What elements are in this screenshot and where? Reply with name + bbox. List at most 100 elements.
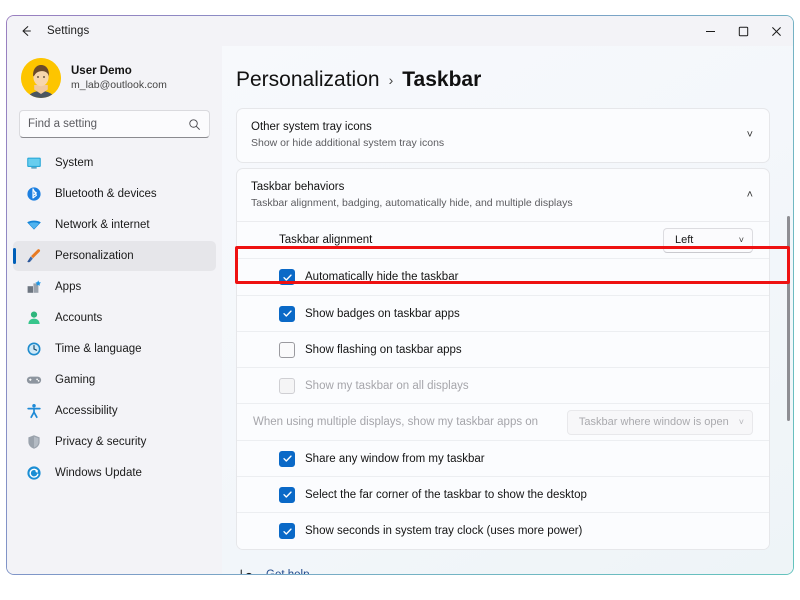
dropdown-value: Taskbar where window is open <box>579 416 729 428</box>
card-header-texts: Taskbar behaviors Taskbar alignment, bad… <box>251 180 739 211</box>
checkbox-automatically-hide-taskbar[interactable] <box>279 269 295 285</box>
checkmark-icon <box>282 453 293 464</box>
link-label[interactable]: Get help <box>266 569 309 574</box>
sidebar-item-label: Accessibility <box>55 405 118 417</box>
row-show-seconds-in-clock[interactable]: Show seconds in system tray clock (uses … <box>237 513 769 549</box>
row-automatically-hide-taskbar[interactable]: Automatically hide the taskbar <box>237 259 769 296</box>
row-share-any-window[interactable]: Share any window from my taskbar <box>237 441 769 477</box>
sidebar-item-bluetooth-devices[interactable]: Bluetooth & devices <box>13 179 216 209</box>
card-subtitle: Taskbar alignment, badging, automaticall… <box>251 197 739 211</box>
row-label: Select the far corner of the taskbar to … <box>305 489 587 501</box>
scrollbar[interactable] <box>787 216 790 574</box>
sidebar-item-time-language[interactable]: Time & language <box>13 334 216 364</box>
window-body: User Demo m_lab@outlook.com <box>7 46 793 574</box>
accounts-icon <box>25 310 42 327</box>
sidebar-item-label: Network & internet <box>55 219 150 231</box>
checkbox-show-badges-on-taskbar-apps[interactable] <box>279 306 295 322</box>
sidebar-item-windows-update[interactable]: Windows Update <box>13 458 216 488</box>
checkbox-share-any-window[interactable] <box>279 451 295 467</box>
breadcrumb: Personalization › Taskbar <box>236 68 770 92</box>
taskbar-alignment-dropdown[interactable]: Left ˅ <box>663 228 753 253</box>
checkbox-show-flashing-on-taskbar-apps[interactable] <box>279 342 295 358</box>
sidebar: User Demo m_lab@outlook.com <box>7 46 222 574</box>
checkbox-select-far-corner[interactable] <box>279 487 295 503</box>
sidebar-item-label: Gaming <box>55 374 95 386</box>
search-box[interactable] <box>19 110 210 138</box>
wifi-icon <box>25 217 42 234</box>
search-input[interactable] <box>28 118 188 130</box>
dropdown-value: Left <box>675 234 693 246</box>
sidebar-item-label: Privacy & security <box>55 436 146 448</box>
checkmark-icon <box>282 272 293 283</box>
sidebar-item-gaming[interactable]: Gaming <box>13 365 216 395</box>
page-title: Taskbar <box>402 68 481 92</box>
card-title: Taskbar behaviors <box>251 180 739 195</box>
scrollbar-thumb[interactable] <box>787 216 790 421</box>
chevron-down-icon[interactable]: ˅ <box>747 129 753 141</box>
card-other-system-tray-icons[interactable]: Other system tray icons Show or hide add… <box>236 108 770 163</box>
settings-window: Settings <box>6 15 794 575</box>
main-scroll-area: Personalization › Taskbar Other system t… <box>222 46 793 574</box>
checkbox-show-seconds-in-clock[interactable] <box>279 523 295 539</box>
main-pane: Personalization › Taskbar Other system t… <box>222 46 793 574</box>
sidebar-item-apps[interactable]: Apps <box>13 272 216 302</box>
card-header[interactable]: Taskbar behaviors Taskbar alignment, bad… <box>237 169 769 223</box>
avatar-person-icon <box>21 58 61 98</box>
minimize-button[interactable] <box>694 16 727 46</box>
sidebar-nav: System Bluetooth & devices <box>7 148 222 489</box>
system-icon <box>25 155 42 172</box>
sidebar-item-label: Bluetooth & devices <box>55 188 157 200</box>
sidebar-item-accessibility[interactable]: Accessibility <box>13 396 216 426</box>
minimize-icon <box>705 26 716 37</box>
help-icon: ? <box>238 568 254 574</box>
row-label: Show seconds in system tray clock (uses … <box>305 525 582 537</box>
row-label: Taskbar alignment <box>279 234 372 246</box>
sidebar-item-label: System <box>55 157 93 169</box>
accessibility-icon <box>25 403 42 420</box>
row-show-taskbar-on-all-displays: Show my taskbar on all displays <box>237 368 769 404</box>
shield-icon <box>25 434 42 451</box>
maximize-icon <box>738 26 749 37</box>
maximize-button[interactable] <box>727 16 760 46</box>
row-show-badges-on-taskbar-apps[interactable]: Show badges on taskbar apps <box>237 296 769 332</box>
card-header[interactable]: Other system tray icons Show or hide add… <box>237 109 769 162</box>
row-show-flashing-on-taskbar-apps[interactable]: Show flashing on taskbar apps <box>237 332 769 368</box>
card-taskbar-behaviors: Taskbar behaviors Taskbar alignment, bad… <box>236 168 770 551</box>
checkmark-icon <box>282 526 293 537</box>
chevron-up-icon[interactable]: ˄ <box>747 189 753 201</box>
get-help-link[interactable]: ? Get help <box>238 564 770 574</box>
checkmark-icon <box>282 308 293 319</box>
sidebar-item-label: Apps <box>55 281 81 293</box>
card-header-texts: Other system tray icons Show or hide add… <box>251 120 739 151</box>
chevron-down-icon: ˅ <box>739 235 744 245</box>
multiple-displays-dropdown: Taskbar where window is open ˅ <box>567 410 753 435</box>
sidebar-item-label: Personalization <box>55 250 134 262</box>
apps-icon <box>25 279 42 296</box>
card-title: Other system tray icons <box>251 120 739 135</box>
chevron-down-icon: ˅ <box>739 417 744 427</box>
row-label: Show my taskbar on all displays <box>305 380 469 392</box>
account-name: User Demo <box>71 64 167 78</box>
clock-icon <box>25 341 42 358</box>
sidebar-item-system[interactable]: System <box>13 148 216 178</box>
window-inner: Settings <box>7 16 793 574</box>
title-bar: Settings <box>7 16 793 46</box>
close-icon <box>771 26 782 37</box>
sidebar-item-accounts[interactable]: Accounts <box>13 303 216 333</box>
row-label: Share any window from my taskbar <box>305 453 485 465</box>
sidebar-item-network-internet[interactable]: Network & internet <box>13 210 216 240</box>
account-email: m_lab@outlook.com <box>71 79 167 92</box>
close-button[interactable] <box>760 16 793 46</box>
checkmark-icon <box>282 489 293 500</box>
sidebar-item-personalization[interactable]: Personalization <box>13 241 216 271</box>
account-block[interactable]: User Demo m_lab@outlook.com <box>7 50 222 108</box>
back-button[interactable] <box>11 16 41 46</box>
breadcrumb-parent[interactable]: Personalization <box>236 68 380 92</box>
paintbrush-icon <box>25 248 42 265</box>
row-label: When using multiple displays, show my ta… <box>253 416 538 428</box>
row-select-far-corner[interactable]: Select the far corner of the taskbar to … <box>237 477 769 513</box>
row-taskbar-alignment[interactable]: Taskbar alignment Left ˅ <box>237 222 769 259</box>
gamepad-icon <box>25 372 42 389</box>
search-icon[interactable] <box>188 118 201 131</box>
sidebar-item-privacy-security[interactable]: Privacy & security <box>13 427 216 457</box>
